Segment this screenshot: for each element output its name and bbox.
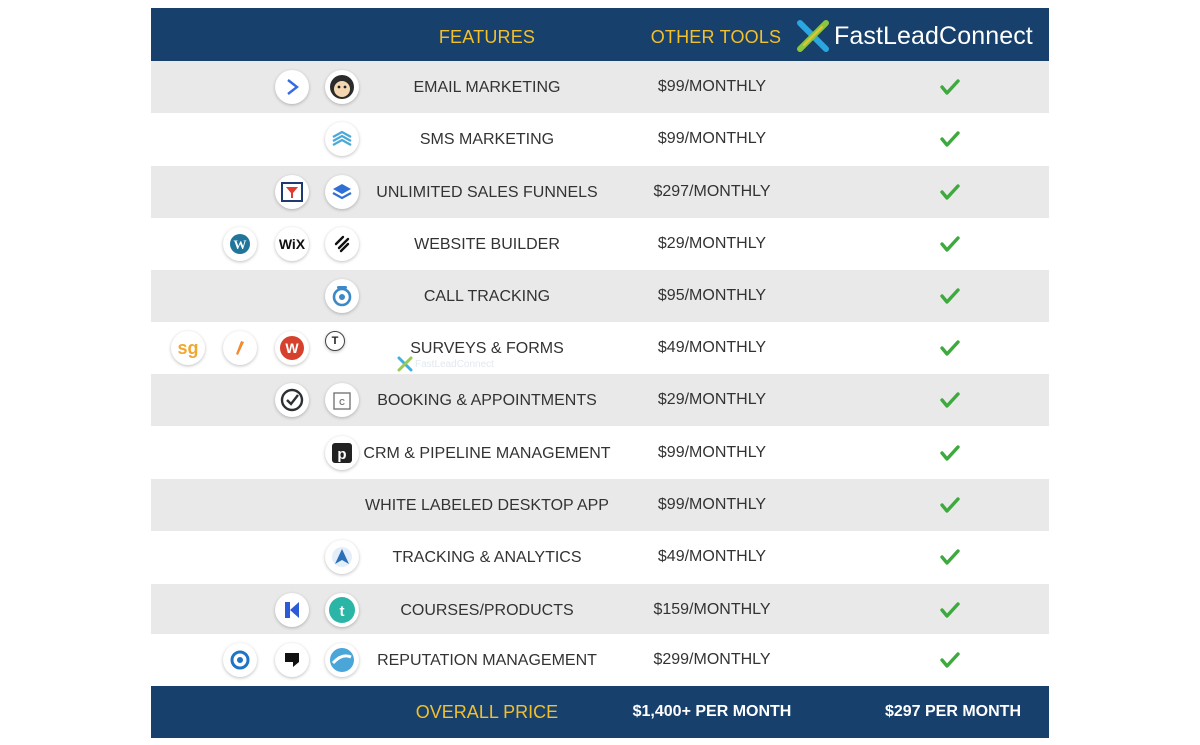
table-row: C BOOKING & APPOINTMENTS $29/MONTHLY bbox=[151, 374, 1049, 426]
feature-label: WHITE LABELED DESKTOP APP bbox=[365, 497, 609, 514]
feature-label: REPUTATION MANAGEMENT bbox=[377, 652, 597, 669]
birdeye-icon bbox=[223, 643, 257, 677]
table-row: T Wsg SURVEYS & FORMS $49/MONTHLY bbox=[151, 322, 1049, 374]
other-tools-price: $99/MONTHLY bbox=[657, 444, 767, 461]
overall-price-label: OVERALL PRICE bbox=[415, 702, 559, 722]
comparison-table: FEATURES OTHER TOOLS FastLeadConnect EMA… bbox=[151, 8, 1049, 738]
other-tools-price: $29/MONTHLY bbox=[657, 391, 767, 408]
table-row: p CRM & PIPELINE MANAGEMENT $99/MONTHLY bbox=[151, 427, 1049, 479]
checkmark-icon bbox=[940, 652, 960, 668]
other-tools-column-header: OTHER TOOLS bbox=[650, 27, 782, 47]
checkmark-icon bbox=[940, 549, 960, 565]
table-row: EMAIL MARKETING $99/MONTHLY bbox=[151, 61, 1049, 113]
watermark-x-icon bbox=[397, 356, 413, 372]
checkmark-icon bbox=[940, 497, 960, 513]
feature-label: CALL TRACKING bbox=[423, 288, 551, 305]
acuity-icon bbox=[275, 383, 309, 417]
table-row: t COURSES/PRODUCTS $159/MONTHLY bbox=[151, 584, 1049, 636]
kajabi-icon bbox=[275, 593, 309, 627]
watermark-text: FastLeadConnect bbox=[415, 358, 494, 370]
feature-label: TRACKING & ANALYTICS bbox=[392, 549, 582, 566]
activecampaign-icon bbox=[275, 70, 309, 104]
other-tools-price: $95/MONTHLY bbox=[657, 287, 767, 304]
table-row: UNLIMITED SALES FUNNELS $297/MONTHLY bbox=[151, 166, 1049, 218]
table-row: TRACKING & ANALYTICS $49/MONTHLY bbox=[151, 531, 1049, 583]
svg-text:W: W bbox=[234, 237, 247, 252]
podium-icon bbox=[275, 643, 309, 677]
svg-text:p: p bbox=[337, 446, 346, 463]
other-tools-price: $159/MONTHLY bbox=[653, 601, 771, 618]
feature-label: BOOKING & APPOINTMENTS bbox=[377, 392, 597, 409]
other-tools-price: $29/MONTHLY bbox=[657, 235, 767, 252]
table-row: REPUTATION MANAGEMENT $299/MONTHLY bbox=[151, 634, 1049, 686]
wix-icon: WiX bbox=[275, 227, 309, 261]
brand-name: FastLeadConnect bbox=[834, 21, 1033, 50]
other-tools-price: $99/MONTHLY bbox=[657, 496, 767, 513]
feature-label: EMAIL MARKETING bbox=[413, 79, 561, 96]
checkmark-icon bbox=[940, 340, 960, 356]
other-tools-price: $49/MONTHLY bbox=[657, 548, 767, 565]
checkmark-icon bbox=[940, 288, 960, 304]
other-tools-price: $99/MONTHLY bbox=[657, 78, 767, 95]
table-row: CALL TRACKING $95/MONTHLY bbox=[151, 270, 1049, 322]
other-tools-price: $99/MONTHLY bbox=[657, 130, 767, 147]
surveygizmo-icon: sg bbox=[171, 331, 205, 365]
feature-label: UNLIMITED SALES FUNNELS bbox=[376, 184, 598, 201]
other-tools-price: $49/MONTHLY bbox=[657, 339, 767, 356]
table-row: SMS MARKETING $99/MONTHLY bbox=[151, 113, 1049, 165]
checkmark-icon bbox=[940, 184, 960, 200]
checkmark-icon bbox=[940, 131, 960, 147]
other-tools-price: $299/MONTHLY bbox=[653, 651, 771, 668]
table-header: FEATURES OTHER TOOLS FastLeadConnect bbox=[151, 8, 1049, 61]
svg-text:C: C bbox=[339, 398, 345, 407]
wordpress-icon: W bbox=[223, 227, 257, 261]
formstack-icon bbox=[223, 331, 257, 365]
other-tools-price: $297/MONTHLY bbox=[653, 183, 771, 200]
other-tools-total: $1,400+ PER MONTH bbox=[632, 703, 792, 720]
checkmark-icon bbox=[940, 602, 960, 618]
wufoo-icon: W bbox=[275, 331, 309, 365]
feature-label: COURSES/PRODUCTS bbox=[400, 602, 574, 619]
checkmark-icon bbox=[940, 445, 960, 461]
brand-total: $297 PER MONTH bbox=[884, 703, 1022, 720]
svg-text:W: W bbox=[285, 340, 299, 356]
checkmark-icon bbox=[940, 236, 960, 252]
checkmark-icon bbox=[940, 79, 960, 95]
feature-label: CRM & PIPELINE MANAGEMENT bbox=[363, 445, 611, 462]
typeform-icon: T bbox=[325, 331, 345, 351]
brand-x-icon bbox=[797, 20, 829, 52]
table-footer: OVERALL PRICE $1,400+ PER MONTH $297 PER… bbox=[151, 686, 1049, 738]
svg-text:t: t bbox=[340, 603, 345, 620]
checkmark-icon bbox=[940, 392, 960, 408]
feature-label: SMS MARKETING bbox=[419, 131, 555, 148]
features-column-header: FEATURES bbox=[438, 27, 536, 47]
table-row: WHITE LABELED DESKTOP APP $99/MONTHLY bbox=[151, 479, 1049, 531]
clickfunnels-icon bbox=[275, 175, 309, 209]
watermark: FastLeadConnect bbox=[397, 356, 494, 372]
table-row: WiX W WEBSITE BUILDER $29/MONTHLY bbox=[151, 218, 1049, 270]
feature-label: WEBSITE BUILDER bbox=[414, 236, 560, 253]
brand-logo: FastLeadConnect bbox=[796, 18, 1033, 54]
